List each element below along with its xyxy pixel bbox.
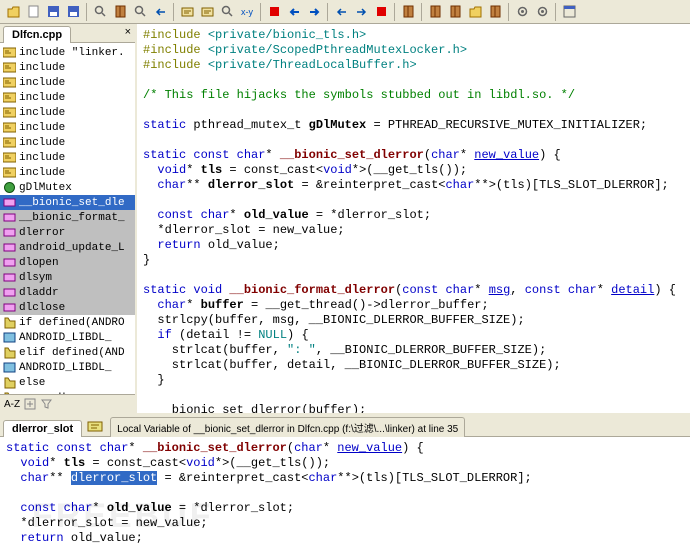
symbol-item[interactable]: include xyxy=(0,150,135,165)
symbol-item[interactable]: dlopen xyxy=(0,255,135,270)
symbol-label: include xyxy=(19,62,65,74)
symbol-label: dlclose xyxy=(19,302,65,314)
book-open-icon[interactable] xyxy=(465,2,485,22)
gear-icon[interactable] xyxy=(512,2,532,22)
filter-icon[interactable] xyxy=(40,398,52,410)
symbol-item[interactable]: dlerror xyxy=(0,225,135,240)
config-icon[interactable] xyxy=(532,2,552,22)
symbol-item[interactable]: dlsym xyxy=(0,270,135,285)
symbol-label: else xyxy=(19,377,45,389)
redo-icon[interactable] xyxy=(371,2,391,22)
symbol-item[interactable]: include xyxy=(0,90,135,105)
symbol-item[interactable]: gDlMutex xyxy=(0,180,135,195)
event-ref-icon[interactable] xyxy=(197,2,217,22)
symbol-item[interactable]: include xyxy=(0,165,135,180)
symbol-label: gDlMutex xyxy=(19,182,72,194)
red-box-icon[interactable] xyxy=(264,2,284,22)
browse-icon[interactable] xyxy=(110,2,130,22)
symbol-label: include xyxy=(19,137,65,149)
symbol-tree[interactable]: include "linker.include include include … xyxy=(0,43,135,394)
symbol-label: dlerror xyxy=(19,227,65,239)
save-icon[interactable] xyxy=(43,2,63,22)
symbol-item[interactable]: include "linker. xyxy=(0,45,135,60)
symbol-item[interactable]: else xyxy=(0,375,135,390)
jump-icon[interactable] xyxy=(130,2,150,22)
symbol-item[interactable]: include xyxy=(0,135,135,150)
book2-icon[interactable] xyxy=(445,2,465,22)
symbol-item[interactable]: elif defined(AND xyxy=(0,345,135,360)
symbol-item[interactable]: dladdr xyxy=(0,285,135,300)
symbol-label: dlopen xyxy=(19,257,59,269)
symbol-label: android_update_L xyxy=(19,242,125,254)
new-file-icon[interactable] xyxy=(23,2,43,22)
goto-symbol-icon[interactable] xyxy=(217,2,237,22)
symbol-label: include "linker. xyxy=(19,47,125,59)
symbol-label: include xyxy=(19,107,65,119)
window-icon[interactable] xyxy=(559,2,579,22)
symbol-item[interactable]: ANDROID_LIBDL_ xyxy=(0,330,135,345)
lookup-icon[interactable] xyxy=(90,2,110,22)
symbol-label: dlsym xyxy=(19,272,52,284)
arrow-left-icon[interactable] xyxy=(331,2,351,22)
symbol-tab-header: Dlfcn.cpp × xyxy=(0,24,135,43)
sort-az-button[interactable]: A-Z xyxy=(4,399,20,410)
svg-text:x-y: x-y xyxy=(241,7,253,17)
symbol-item[interactable]: __bionic_format_ xyxy=(0,210,135,225)
symbol-label: include xyxy=(19,122,65,134)
symbol-item[interactable]: __bionic_set_dle xyxy=(0,195,135,210)
symbol-type-icon xyxy=(86,419,106,435)
open-file-icon[interactable] xyxy=(3,2,23,22)
blue-right-icon[interactable] xyxy=(304,2,324,22)
context-snippet[interactable]: static const char* __bionic_set_dlerror(… xyxy=(0,437,690,546)
event-icon[interactable] xyxy=(177,2,197,22)
symbol-label: include xyxy=(19,152,65,164)
main-toolbar: x-y xyxy=(0,0,690,24)
symbol-label: __bionic_format_ xyxy=(19,212,125,224)
arrow-right-icon[interactable] xyxy=(351,2,371,22)
symbol-label: ANDROID_LIBDL_ xyxy=(19,332,111,344)
save-all-icon[interactable] xyxy=(63,2,83,22)
file-tab[interactable]: Dlfcn.cpp xyxy=(3,26,71,43)
code-editor[interactable]: #include <private/bionic_tls.h>#include … xyxy=(137,24,690,413)
context-info: Local Variable of __bionic_set_dlerror i… xyxy=(110,417,465,437)
book-stack-icon[interactable] xyxy=(485,2,505,22)
symbol-label: include xyxy=(19,167,65,179)
symbol-label: include xyxy=(19,77,65,89)
context-tab[interactable]: dlerror_slot xyxy=(3,420,82,437)
symbol-item[interactable]: if defined(ANDRO xyxy=(0,315,135,330)
symbol-item[interactable]: android_update_L xyxy=(0,240,135,255)
symbol-label: dladdr xyxy=(19,287,59,299)
x-y-icon[interactable]: x-y xyxy=(237,2,257,22)
symbol-item[interactable]: include xyxy=(0,60,135,75)
symbol-label: if defined(ANDRO xyxy=(19,317,125,329)
context-header: dlerror_slot Local Variable of __bionic_… xyxy=(0,417,690,437)
symbol-pane: Dlfcn.cpp × include "linker. include incl… xyxy=(0,24,137,413)
toggle-icon[interactable] xyxy=(24,398,36,410)
blue-left-icon[interactable] xyxy=(284,2,304,22)
book1-icon[interactable] xyxy=(425,2,445,22)
symbol-item[interactable]: include xyxy=(0,105,135,120)
symbol-item[interactable]: ANDROID_LIBDL_ xyxy=(0,360,135,375)
symbol-item[interactable]: include xyxy=(0,75,135,90)
symbol-item[interactable]: dlclose xyxy=(0,300,135,315)
symbol-label: __bionic_set_dle xyxy=(19,197,125,209)
symbol-label: ANDROID_LIBDL_ xyxy=(19,362,111,374)
symbol-item[interactable]: include xyxy=(0,120,135,135)
symbol-label: elif defined(AND xyxy=(19,347,125,359)
go-back-icon[interactable] xyxy=(150,2,170,22)
bookmark-icon[interactable] xyxy=(398,2,418,22)
context-pane: dlerror_slot Local Variable of __bionic_… xyxy=(0,413,690,546)
close-icon[interactable]: × xyxy=(125,26,131,38)
tree-footer: A-Z xyxy=(0,394,135,413)
symbol-label: include xyxy=(19,92,65,104)
